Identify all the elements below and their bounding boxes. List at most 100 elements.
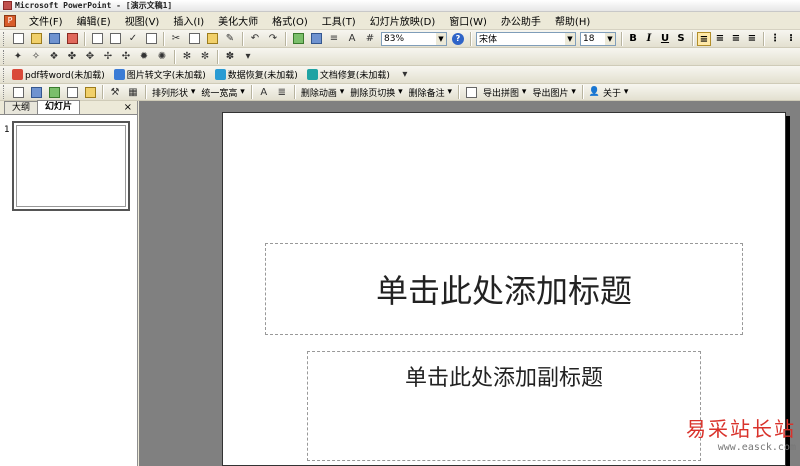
menu-edit[interactable]: 编辑(E) (70, 13, 118, 28)
subtitle-placeholder[interactable]: 单击此处添加副标题 (307, 351, 701, 461)
toolbar-grip[interactable] (3, 49, 6, 64)
table-icon[interactable] (308, 31, 324, 47)
wrench-icon[interactable]: ⚒ (107, 84, 123, 100)
zoom-select[interactable]: 83% ▼ (381, 31, 447, 46)
italic-button[interactable]: I (642, 32, 656, 46)
toolbar-overflow-icon[interactable]: ▾ (240, 49, 256, 65)
format-painter-icon[interactable]: ✎ (222, 31, 238, 47)
beautify-tool-icon[interactable]: ✹ (136, 49, 152, 65)
menu-file[interactable]: 文件(F) (22, 13, 70, 28)
justify-icon[interactable]: ≡ (745, 32, 759, 46)
tab-slides[interactable]: 幻灯片 (37, 100, 81, 114)
standard-toolbar: ✓ ✂ ✎ ↶ ↷ ≡ A # 83% ▼ ? 宋体 ▼ 18 ▼ B I U … (0, 30, 800, 48)
menu-help[interactable]: 帮助(H) (548, 13, 597, 28)
numbering-icon[interactable]: ⋮ (768, 32, 782, 46)
bold-button[interactable]: B (626, 32, 640, 46)
chart-icon[interactable] (290, 31, 306, 47)
beautify-tool-icon[interactable]: ✺ (154, 49, 170, 65)
font-select[interactable]: 宋体 ▼ (476, 31, 576, 46)
slide-workspace: 单击此处添加标题 单击此处添加副标题 (139, 101, 800, 466)
menu-format[interactable]: 格式(O) (265, 13, 315, 28)
font-color-icon[interactable]: A (256, 84, 272, 100)
uniform-size-button[interactable]: 统一宽高 ▾ (198, 86, 247, 99)
image-to-text-button[interactable]: 图片转文字(未加载) (111, 67, 209, 83)
align-right-icon[interactable]: ≡ (729, 32, 743, 46)
delete-transition-button[interactable]: 删除页切换 ▾ (347, 86, 405, 99)
export-icon[interactable] (463, 84, 479, 100)
export-image-button[interactable]: 导出图片 ▾ (529, 86, 578, 99)
print-icon[interactable] (89, 31, 105, 47)
beautify-tool-icon[interactable]: ✣ (118, 49, 134, 65)
toolbar-grip[interactable] (3, 67, 6, 82)
delete-notes-button[interactable]: 删除备注 ▾ (406, 86, 455, 99)
picture-icon[interactable] (46, 84, 62, 100)
beautify-tool-icon[interactable]: ✻ (179, 49, 195, 65)
align-center-icon[interactable]: ≡ (713, 32, 727, 46)
save-icon[interactable] (46, 31, 62, 47)
spelling-icon[interactable]: ✓ (125, 31, 141, 47)
about-button[interactable]: 👤 关于 ▾ (586, 86, 632, 99)
align-left-icon[interactable]: ≡ (697, 31, 711, 46)
toolbar-grip[interactable] (3, 85, 6, 99)
expand-all-icon[interactable]: ≡ (326, 31, 342, 47)
beautify-tool-icon[interactable]: ✦ (10, 49, 26, 65)
undo-icon[interactable]: ↶ (247, 31, 263, 47)
layout-icon[interactable] (28, 84, 44, 100)
site-watermark: 易采站长站 www.easck.com (686, 413, 796, 453)
shape-icon[interactable] (82, 84, 98, 100)
menu-view[interactable]: 视图(V) (118, 13, 167, 28)
pdf-icon (12, 69, 23, 80)
cut-icon[interactable]: ✂ (168, 31, 184, 47)
powerpoint-app-icon (3, 1, 12, 10)
pdf-to-word-button[interactable]: pdf转word(未加载) (9, 67, 108, 83)
grid-icon[interactable]: # (362, 31, 378, 47)
window-title: Microsoft PowerPoint - [演示文稿1] (15, 1, 173, 10)
menu-office-assistant[interactable]: 办公助手 (494, 13, 548, 28)
shadow-button[interactable]: S (674, 32, 688, 46)
slide-thumbnail[interactable] (12, 121, 130, 211)
arrange-shapes-button[interactable]: 排列形状 ▾ (149, 86, 198, 99)
new-slide-icon[interactable] (10, 84, 26, 100)
document-repair-button[interactable]: 文档修复(未加载) (304, 67, 393, 83)
permission-icon[interactable] (64, 31, 80, 47)
redo-icon[interactable]: ↷ (265, 31, 281, 47)
paste-icon[interactable] (204, 31, 220, 47)
data-recovery-button[interactable]: 数据恢复(未加载) (212, 67, 301, 83)
toolbar-overflow-icon[interactable]: ▾ (397, 67, 413, 83)
delete-animation-button[interactable]: 删除动画 ▾ (298, 86, 347, 99)
beautify-tool-icon[interactable]: ✥ (82, 49, 98, 65)
recovery-icon (214, 69, 226, 80)
textbox-icon[interactable] (64, 84, 80, 100)
underline-button[interactable]: U (658, 32, 672, 46)
close-icon[interactable]: × (124, 102, 132, 113)
beautify-tool-icon[interactable]: ✼ (197, 49, 213, 65)
beautify-tool-icon[interactable]: ✽ (222, 49, 238, 65)
print-preview-icon[interactable] (107, 31, 123, 47)
grid-icon[interactable]: ▦ (125, 84, 141, 100)
beautify-tool-icon[interactable]: ❖ (46, 49, 62, 65)
open-icon[interactable] (28, 31, 44, 47)
copy-icon[interactable] (186, 31, 202, 47)
menu-beautify[interactable]: 美化大师 (211, 13, 265, 28)
beautify-tool-icon[interactable]: ✤ (64, 49, 80, 65)
text-format-icon[interactable]: ≣ (274, 84, 290, 100)
menu-insert[interactable]: 插入(I) (166, 13, 211, 28)
bullets-icon[interactable]: ⁝ (784, 32, 798, 46)
new-icon[interactable] (10, 31, 26, 47)
slides-panel: 大纲 幻灯片 × 1 (0, 100, 138, 466)
export-puzzle-button[interactable]: 导出拼图 ▾ (480, 86, 529, 99)
tab-outline[interactable]: 大纲 (4, 101, 39, 114)
beautify-tool-icon[interactable]: ✧ (28, 49, 44, 65)
menu-tools[interactable]: 工具(T) (315, 13, 363, 28)
show-formatting-icon[interactable]: A (344, 31, 360, 47)
menu-window[interactable]: 窗口(W) (442, 13, 494, 28)
research-icon[interactable] (143, 31, 159, 47)
beautify-tool-icon[interactable]: ✢ (100, 49, 116, 65)
menu-slideshow[interactable]: 幻灯片放映(D) (363, 13, 443, 28)
help-icon[interactable]: ? (450, 31, 466, 47)
document-icon[interactable]: P (4, 14, 16, 27)
toolbar-grip[interactable] (3, 31, 6, 46)
font-size-select[interactable]: 18 ▼ (580, 31, 616, 46)
title-bar: Microsoft PowerPoint - [演示文稿1] (0, 0, 800, 12)
title-placeholder[interactable]: 单击此处添加标题 (265, 243, 743, 335)
